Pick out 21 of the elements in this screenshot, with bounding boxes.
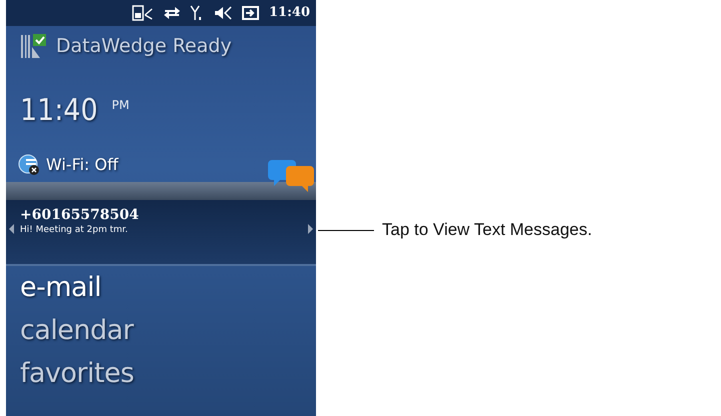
- data-arrows-icon[interactable]: [163, 5, 182, 21]
- battery-icon[interactable]: [242, 5, 260, 21]
- header-title: DataWedge Ready: [56, 34, 232, 59]
- menu-item[interactable]: e-mail: [6, 266, 316, 309]
- menu-item[interactable]: favorites: [6, 352, 316, 395]
- message-panel[interactable]: +60165578504 Hi! Meeting at 2pm tmr.: [6, 200, 316, 266]
- clock-time: 11:40: [20, 96, 98, 126]
- status-time[interactable]: 11:40: [269, 3, 310, 23]
- barcode-check-icon: [20, 33, 48, 59]
- clock-period: PM: [112, 97, 130, 114]
- wifi-status[interactable]: Wi-Fi: Off: [46, 153, 118, 177]
- left-arrow-icon[interactable]: [9, 224, 14, 234]
- right-arrow-icon[interactable]: [308, 224, 313, 234]
- chat-bubbles-icon: [268, 158, 314, 194]
- message-sender: +60165578504: [20, 206, 140, 224]
- globe-x-icon: [18, 154, 40, 176]
- message-preview: Hi! Meeting at 2pm tmr.: [20, 224, 129, 238]
- speaker-muted-icon[interactable]: [213, 5, 234, 21]
- callout-text: Tap to View Text Messages.: [382, 219, 592, 242]
- phone-keypad-icon[interactable]: [132, 5, 154, 21]
- menu-item[interactable]: calendar: [6, 309, 316, 352]
